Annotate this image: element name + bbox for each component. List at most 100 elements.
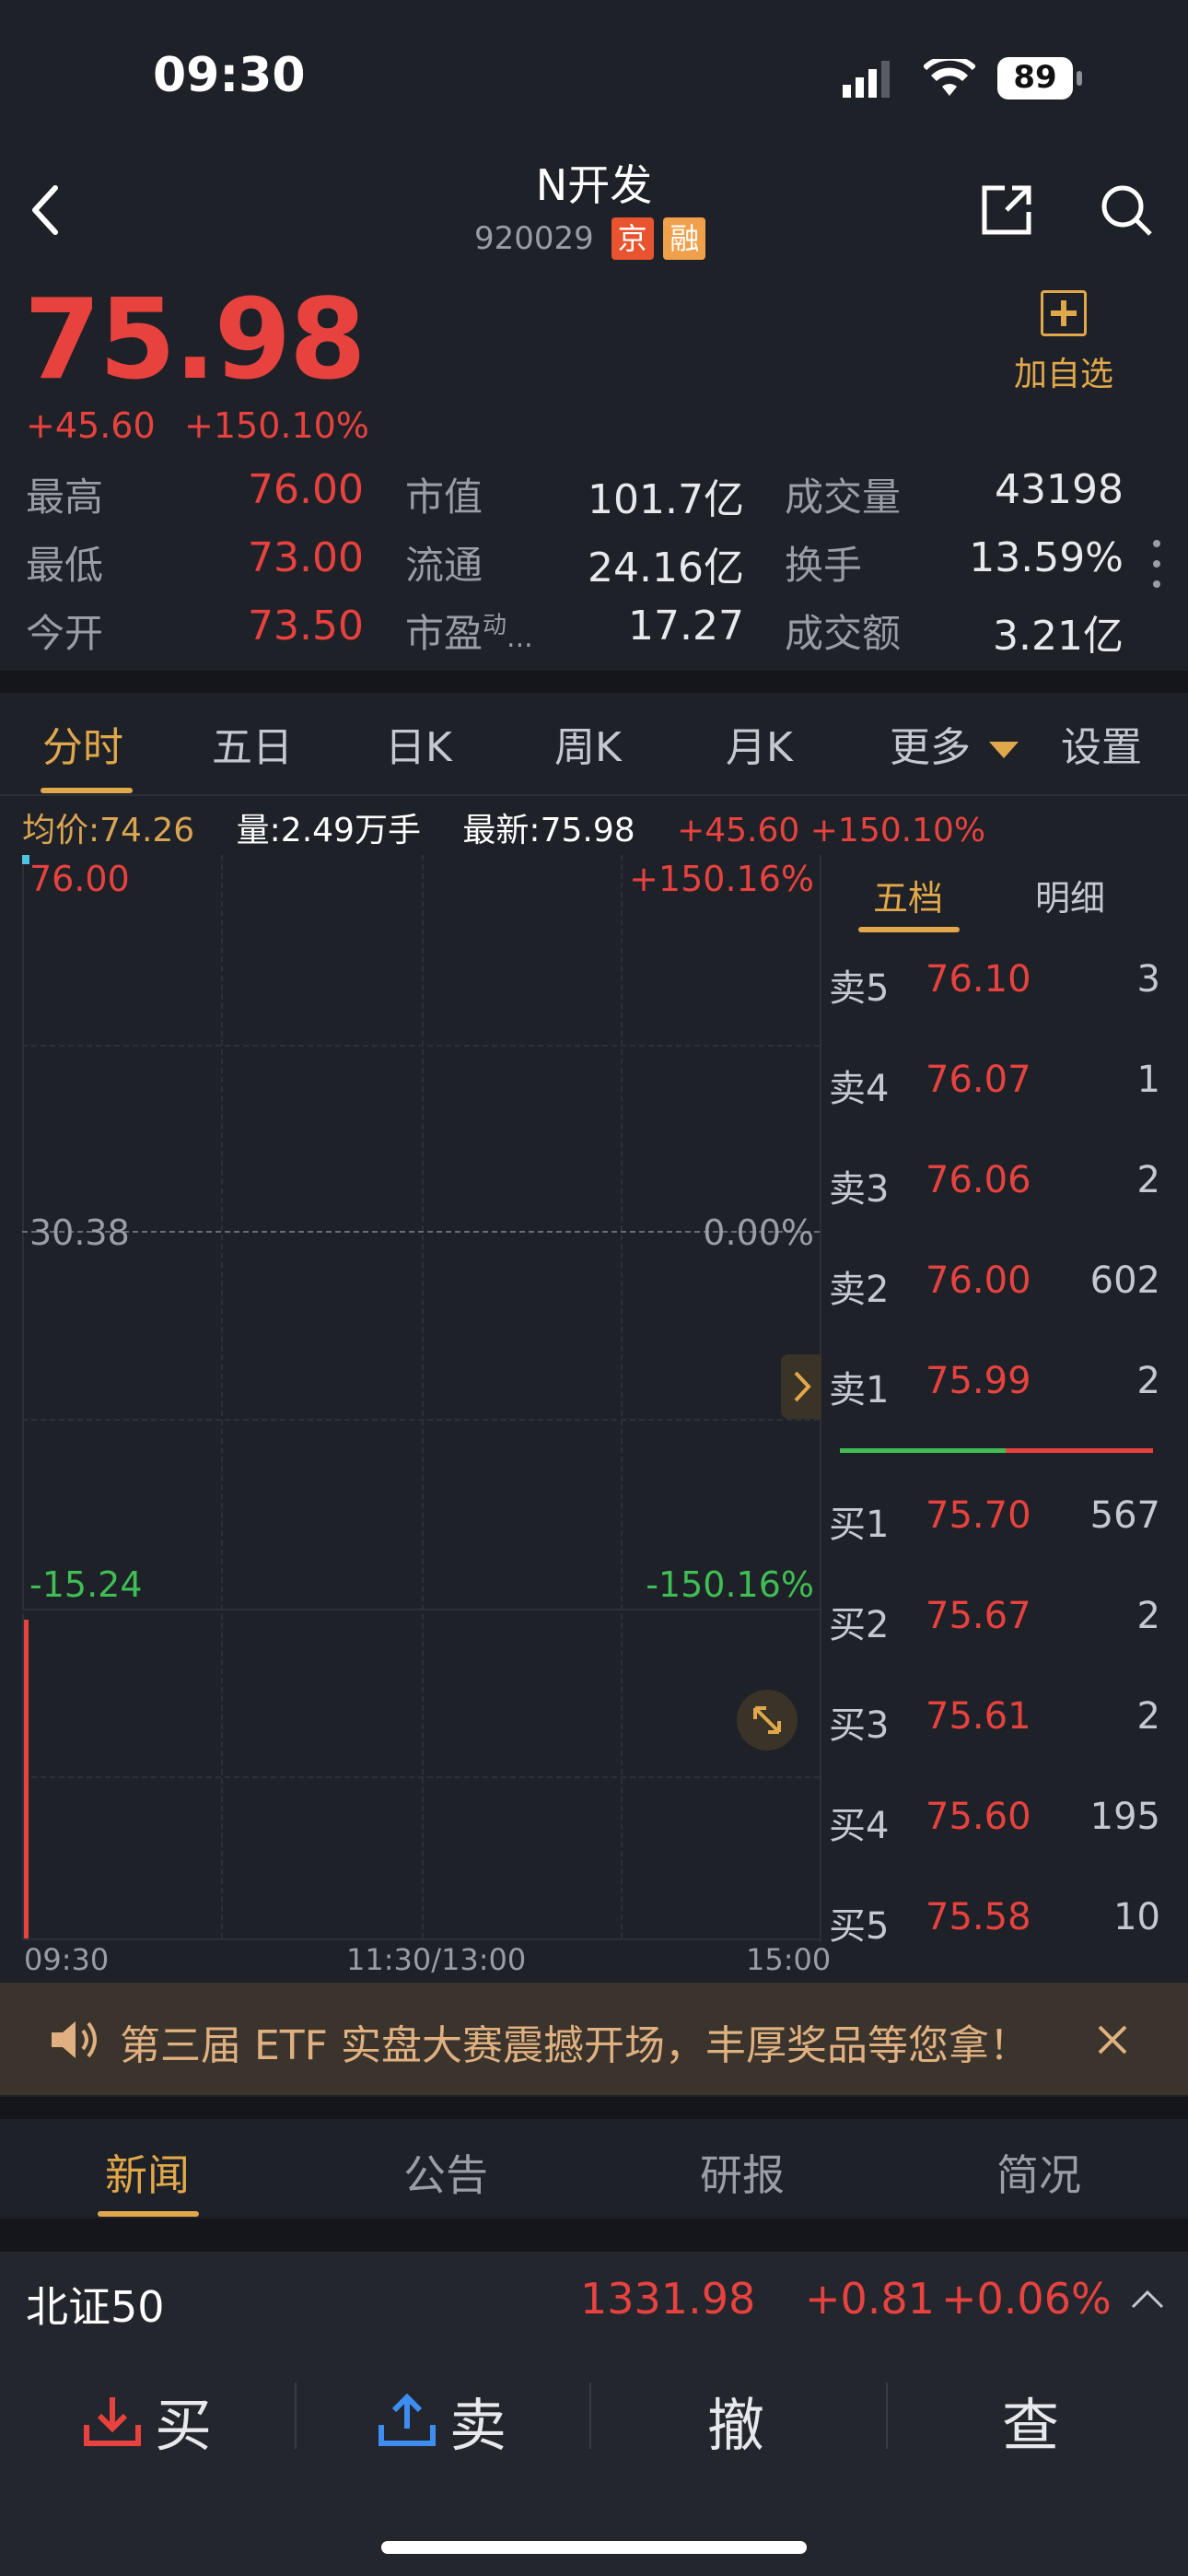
index-change-pct: +0.06%	[941, 2274, 1112, 2324]
stats-grid: 最高 76.00 市值 101.7亿 成交量 43198 最低 73.00 流通…	[0, 461, 1188, 663]
bid-ask-ratio-bar	[840, 1448, 1153, 1453]
book-tab-detail[interactable]: 明细	[1035, 870, 1105, 920]
bid-row-3: 买3 75.61 2	[829, 1695, 1160, 1747]
search-icon[interactable]	[1099, 182, 1154, 238]
stat-label: 成交量	[785, 474, 902, 520]
wifi-icon	[922, 54, 977, 98]
download-icon	[83, 2394, 142, 2447]
tab-settings[interactable]: 设置	[1061, 714, 1142, 773]
battery-level: 89	[1013, 59, 1057, 96]
banner-text: 第三届 ETF 实盘大赛震撼开场，丰厚奖品等您拿！	[120, 2022, 1030, 2069]
tab-weekly-k[interactable]: 周K	[554, 714, 622, 773]
tab-more[interactable]: 更多	[890, 714, 1019, 773]
tab-active-indicator	[41, 788, 133, 793]
stat-label: 市值	[405, 474, 483, 520]
chart-top-price: 76.00	[29, 859, 130, 899]
time-start: 09:30	[24, 1942, 110, 1977]
chart-left-border	[22, 855, 24, 1610]
query-button[interactable]: 查	[1002, 2379, 1059, 2462]
dropdown-triangle-icon	[989, 742, 1019, 758]
stat-value: 13.59%	[969, 534, 1124, 581]
chevron-up-icon[interactable]	[1129, 2287, 1166, 2313]
sell-button[interactable]: 卖	[378, 2379, 562, 2462]
index-name: 北证50	[26, 2282, 165, 2332]
signal-icon	[843, 61, 891, 98]
fullscreen-button[interactable]	[737, 1690, 798, 1751]
stat-label: 流通	[405, 543, 483, 588]
section-divider	[0, 671, 1188, 693]
news-tab-indicator	[98, 2211, 199, 2217]
book-tab-five-level[interactable]: 五档	[873, 870, 943, 920]
battery-icon: 89	[997, 57, 1084, 100]
promo-banner[interactable]: 第三届 ETF 实盘大赛震撼开场，丰厚奖品等您拿！	[0, 1983, 1188, 2095]
index-value: 1331.98	[580, 2274, 756, 2324]
upload-icon	[378, 2393, 437, 2447]
intraday-chart[interactable]	[22, 855, 821, 1942]
bid-row-5: 买5 75.58 10	[829, 1896, 1160, 1948]
more-vertical-icon[interactable]	[1151, 536, 1162, 591]
tab-monthly-k[interactable]: 月K	[726, 714, 793, 773]
sep	[589, 2383, 591, 2449]
ask-row-2: 卖2 76.00 602	[829, 1259, 1160, 1311]
tab-intraday[interactable]: 分时	[42, 714, 123, 773]
tab-announcements[interactable]: 公告	[403, 2142, 488, 2203]
info-change-pct: +150.10%	[809, 812, 986, 849]
zero-line	[22, 1231, 820, 1233]
tab-news[interactable]: 新闻	[105, 2142, 190, 2203]
add-favorite-button[interactable]: 加自选	[1013, 290, 1114, 395]
time-end: 15:00	[746, 1942, 832, 1977]
stat-value: 73.50	[248, 603, 364, 650]
chart-info-bar: 均价:74.26 量:2.49万手 最新:75.98 +45.60 +150.1…	[22, 812, 986, 849]
ask-row-3: 卖3 76.06 2	[829, 1159, 1160, 1211]
volume-chart	[22, 1614, 821, 1940]
index-bar[interactable]: 北证50 1331.98 +0.81 +0.06%	[0, 2252, 1188, 2348]
stat-label-pe: 市盈动...	[405, 611, 533, 656]
time-mid: 11:30/13:00	[346, 1942, 527, 1977]
share-icon[interactable]	[979, 182, 1034, 238]
stat-value: 101.7亿	[588, 476, 744, 523]
chart-bottom-pct: -150.16%	[646, 1564, 814, 1605]
stat-value: 3.21亿	[993, 613, 1124, 660]
expand-orderbook-button[interactable]	[781, 1354, 821, 1419]
tab-daily-k[interactable]: 日K	[385, 714, 452, 773]
plus-icon	[1041, 290, 1087, 336]
exchange-tag: 京	[611, 217, 654, 260]
tab-five-day[interactable]: 五日	[212, 714, 293, 773]
stat-value: 24.16亿	[588, 544, 744, 591]
news-tabs-bg	[0, 2097, 1188, 2119]
chart-mid-price: 30.38	[29, 1212, 130, 1253]
index-change: +0.81	[805, 2274, 935, 2324]
status-time: 09:30	[153, 48, 306, 103]
sep	[886, 2383, 888, 2449]
stat-value: 76.00	[248, 466, 364, 513]
last-price: 75.98	[24, 276, 367, 404]
latest-value: 75.98	[540, 812, 635, 849]
stat-value: 17.27	[628, 603, 744, 650]
stat-value: 73.00	[248, 534, 364, 581]
bid-row-1: 买1 75.70 567	[829, 1494, 1160, 1546]
ask-row-1: 卖1 75.99 2	[829, 1360, 1160, 1411]
tab-profile[interactable]: 简况	[996, 2142, 1081, 2203]
chart-bottom-price: -15.24	[29, 1564, 143, 1605]
info-change: +45.60	[677, 812, 800, 849]
price-change-pct: +150.10%	[184, 405, 369, 446]
stat-label: 最低	[26, 543, 104, 588]
stock-code-row: 920029 京 融	[474, 217, 706, 260]
add-favorite-label: 加自选	[1013, 356, 1113, 393]
close-icon[interactable]	[1094, 2021, 1131, 2058]
buy-label: 买	[155, 2392, 213, 2459]
avg-price: 74.26	[99, 812, 195, 849]
chart-mid-pct: 0.00%	[703, 1212, 814, 1253]
bid-row-2: 买2 75.67 2	[829, 1595, 1160, 1646]
tabs-bottom-border	[0, 794, 1188, 796]
buy-button[interactable]: 买	[83, 2379, 267, 2462]
stat-label: 成交额	[785, 611, 902, 656]
margin-tag: 融	[663, 217, 706, 260]
tab-research[interactable]: 研报	[700, 2142, 785, 2203]
stat-value: 43198	[995, 466, 1124, 513]
book-tab-indicator	[858, 927, 960, 932]
sep	[295, 2383, 297, 2449]
stock-code: 920029	[474, 220, 594, 257]
volume-bar	[24, 1620, 29, 1938]
cancel-order-button[interactable]: 撤	[707, 2379, 764, 2462]
